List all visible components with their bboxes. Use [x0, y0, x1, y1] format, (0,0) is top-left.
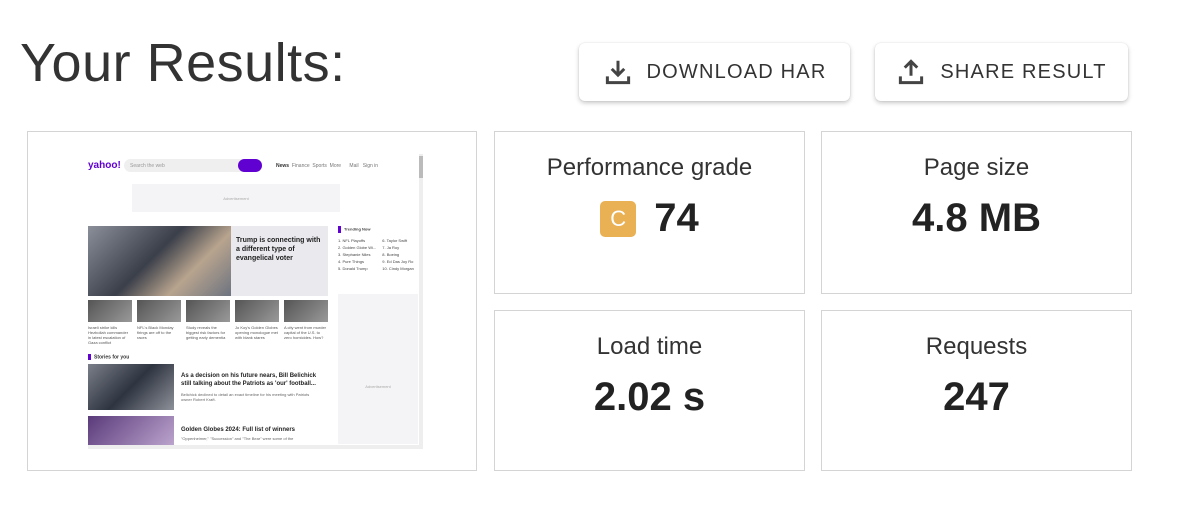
- performance-score: 74: [654, 196, 699, 240]
- share-result-button[interactable]: SHARE RESULT: [875, 43, 1128, 101]
- screenshot-hero-image: [88, 226, 231, 296]
- load-time-label: Load time: [596, 333, 703, 360]
- screenshot-trending: Trending Now 1. NFL Playoffs 2. Golden G…: [338, 226, 414, 271]
- screenshot-nav: News Finance Sports More Mail Sign in: [276, 163, 379, 169]
- screenshot-logo: yahoo!: [88, 160, 121, 171]
- performance-grade-value: C 74: [495, 196, 804, 241]
- screenshot-thumb-row: Israeli strike kills Hezbollah commander…: [88, 300, 328, 350]
- upload-icon: [899, 59, 924, 85]
- screenshot-hero: Trump is connecting with a different typ…: [88, 226, 328, 296]
- download-har-label: DOWNLOAD HAR: [646, 60, 827, 83]
- screenshot-hscrollbar: [88, 445, 419, 449]
- page-size-card: Page size 4.8 MB: [821, 131, 1132, 294]
- download-har-button[interactable]: DOWNLOAD HAR: [579, 43, 850, 101]
- grade-badge: C: [600, 200, 637, 237]
- performance-grade-label: Performance grade: [546, 154, 753, 181]
- performance-grade-card: Performance grade C 74: [494, 131, 805, 294]
- share-result-label: SHARE RESULT: [940, 60, 1107, 83]
- page-screenshot-card: yahoo! Search the web News Finance Sport…: [27, 131, 477, 471]
- page-size-value: 4.8 MB: [912, 196, 1041, 240]
- load-time-value: 2.02 s: [593, 375, 706, 419]
- screenshot-story-image: [88, 364, 174, 410]
- screenshot-story-headline: Golden Globes 2024: Full list of winners: [181, 427, 296, 433]
- screenshot-story-headline: As a decision on his future nears, Bill …: [181, 373, 317, 387]
- download-icon: [605, 60, 630, 85]
- page-title: Your Results:: [20, 33, 346, 93]
- screenshot-story-sub: Belichick declined to detail an exact ti…: [181, 392, 310, 402]
- load-time-card: Load time 2.02 s: [494, 310, 805, 471]
- screenshot-search-button: [238, 159, 262, 172]
- screenshot-scrollbar: [419, 154, 423, 449]
- screenshot-stories-title: Stories for you: [88, 354, 129, 360]
- requests-label: Requests: [925, 333, 1028, 360]
- requests-card: Requests 247: [821, 310, 1132, 471]
- page-screenshot: yahoo! Search the web News Finance Sport…: [88, 154, 423, 449]
- screenshot-hero-headline: Trump is connecting with a different typ…: [236, 237, 321, 262]
- screenshot-side-ad: Advertisement: [338, 294, 418, 444]
- page-size-label: Page size: [923, 154, 1030, 181]
- screenshot-ad: Advertisement: [132, 184, 340, 212]
- screenshot-story-sub: "Oppenheimer," "Succession" and "The Bea…: [181, 436, 294, 441]
- requests-value: 247: [943, 375, 1010, 419]
